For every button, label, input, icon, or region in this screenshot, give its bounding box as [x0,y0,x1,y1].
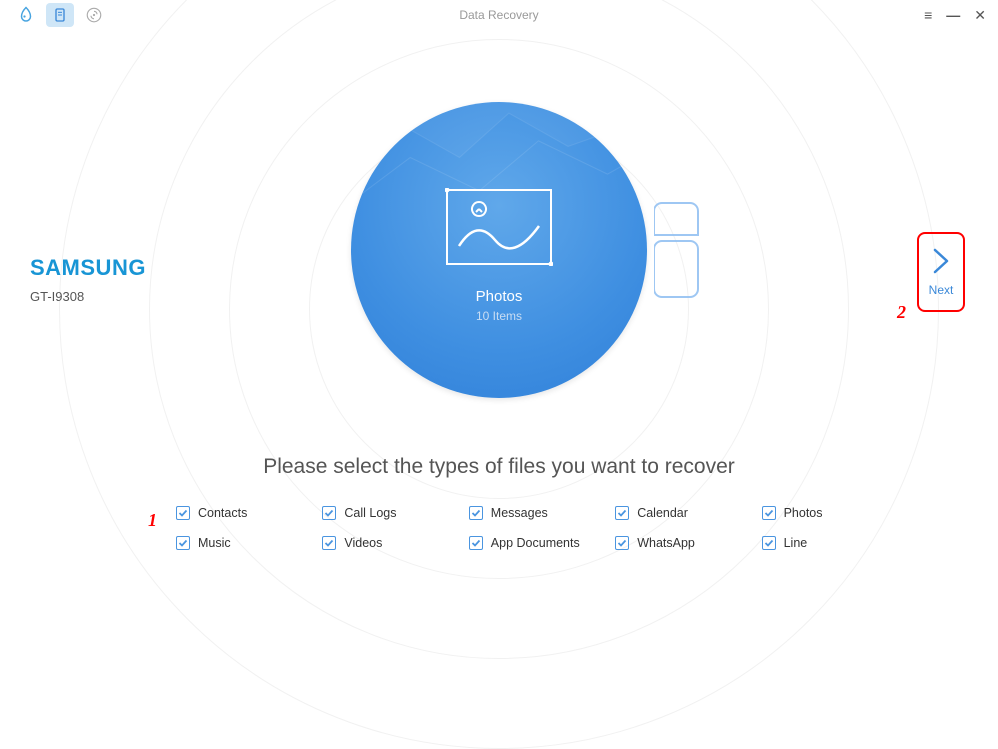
file-type-grid: Contacts Call Logs Messages Calendar Pho… [176,506,898,550]
checkbox-label: WhatsApp [637,536,695,550]
center-stage: Photos 10 Items [324,75,674,425]
checkbox-messages[interactable]: Messages [469,506,605,520]
home-mode-button[interactable] [12,3,40,27]
annotation-2: 2 [897,302,906,323]
check-icon [176,536,190,550]
checkbox-whatsapp[interactable]: WhatsApp [615,536,751,550]
device-info: SAMSUNG GT-I9308 [30,255,146,304]
check-icon [762,536,776,550]
minimize-button[interactable]: — [946,8,960,22]
window-title: Data Recovery [459,8,538,22]
category-circle[interactable]: Photos 10 Items [351,102,647,398]
close-button[interactable]: ✕ [974,8,986,22]
checkbox-label: Photos [784,506,823,520]
checkbox-call-logs[interactable]: Call Logs [322,506,458,520]
check-icon [615,506,629,520]
checkbox-videos[interactable]: Videos [322,536,458,550]
device-model: GT-I9308 [30,289,146,304]
checkbox-music[interactable]: Music [176,536,312,550]
check-icon [469,506,483,520]
backup-mode-button[interactable] [80,3,108,27]
checkbox-label: Music [198,536,231,550]
check-icon [322,536,336,550]
checkbox-label: Messages [491,506,548,520]
checkbox-line[interactable]: Line [762,536,898,550]
checkbox-label: Call Logs [344,506,396,520]
device-brand: SAMSUNG [30,255,146,281]
category-count: 10 Items [476,309,522,323]
checkbox-app-documents[interactable]: App Documents [469,536,605,550]
instruction-row: Please select the types of files you wan… [0,455,998,479]
checkbox-label: App Documents [491,536,580,550]
titlebar: Data Recovery ≡ — ✕ [0,0,998,30]
chevron-right-icon [929,247,953,275]
annotation-1: 1 [148,510,157,531]
check-icon [469,536,483,550]
checkbox-photos[interactable]: Photos [762,506,898,520]
checkbox-label: Videos [344,536,382,550]
polygon-decoration [351,102,647,235]
category-title: Photos [476,288,523,305]
check-icon [176,506,190,520]
check-icon [322,506,336,520]
check-icon [762,506,776,520]
data-recovery-mode-button[interactable] [46,3,74,27]
next-category-peek-icon [654,195,702,305]
checkbox-label: Line [784,536,808,550]
menu-button[interactable]: ≡ [924,8,932,22]
check-icon [615,536,629,550]
checkbox-label: Contacts [198,506,247,520]
checkbox-label: Calendar [637,506,688,520]
checkbox-contacts[interactable]: Contacts [176,506,312,520]
next-button[interactable]: Next [917,232,965,312]
next-label: Next [929,283,954,297]
checkbox-calendar[interactable]: Calendar [615,506,751,520]
instruction-text: Please select the types of files you wan… [263,455,735,478]
